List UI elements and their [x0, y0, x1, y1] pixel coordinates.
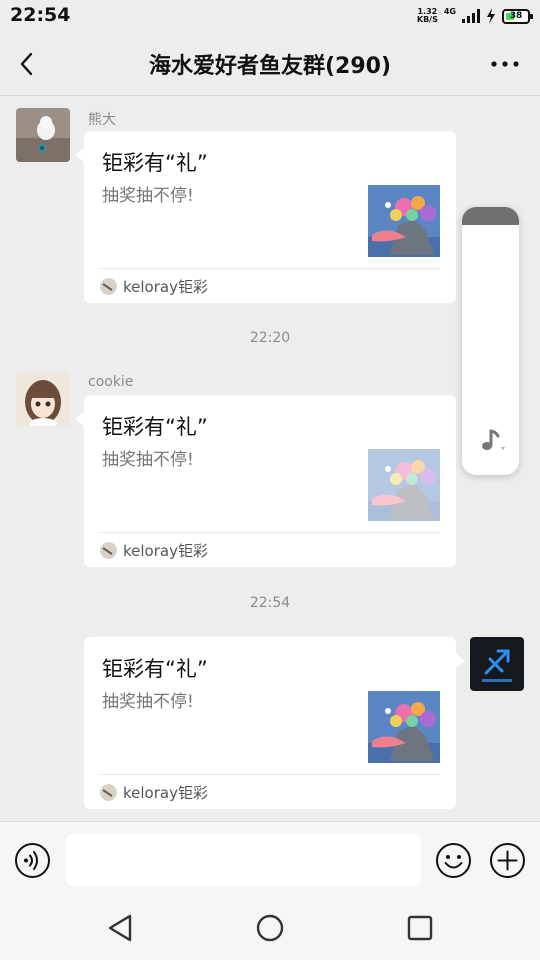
- card-thumbnail: [368, 691, 440, 763]
- chat-title: 海水爱好者鱼友群(290): [148, 54, 392, 79]
- music-note-icon[interactable]: [479, 427, 507, 455]
- sender-name: 熊大: [88, 112, 116, 128]
- source-logo-icon: [100, 784, 117, 801]
- shared-link-card[interactable]: 钜彩有“礼” 抽奖抽不停! keloray钜彩: [84, 637, 465, 809]
- card-title: 钜彩有“礼”: [102, 415, 208, 439]
- card-description: 抽奖抽不停!: [102, 450, 194, 470]
- shared-link-card[interactable]: 钜彩有“礼” 抽奖抽不停! keloray钜彩: [75, 395, 456, 567]
- card-thumbnail: [368, 185, 440, 257]
- status-time: 22:54: [10, 4, 71, 26]
- floating-music-panel[interactable]: [462, 207, 519, 475]
- plus-icon[interactable]: [489, 842, 526, 879]
- card-description: 抽奖抽不停!: [102, 692, 194, 712]
- avatar[interactable]: [16, 372, 70, 426]
- source-logo-icon: [100, 278, 117, 295]
- card-divider: [100, 532, 440, 533]
- timestamp: 22:54: [249, 595, 291, 611]
- source-name: keloray钜彩: [123, 542, 208, 560]
- more-dots-icon[interactable]: [490, 52, 520, 76]
- network-speed: 1.32 KB/S: [417, 8, 438, 24]
- nav-back-icon[interactable]: [103, 911, 137, 945]
- card-thumbnail: [368, 449, 440, 521]
- card-source: keloray钜彩: [100, 276, 208, 297]
- battery-icon: 38: [502, 8, 533, 24]
- battery-level: 38: [509, 10, 523, 21]
- nav-home-icon[interactable]: [253, 911, 287, 945]
- network-type: 4G: [443, 6, 456, 16]
- message-input[interactable]: [66, 834, 421, 886]
- card-divider: [100, 774, 440, 775]
- emoji-icon[interactable]: [435, 842, 472, 879]
- nav-recents-icon[interactable]: [403, 911, 437, 945]
- source-name: keloray钜彩: [123, 784, 208, 802]
- avatar[interactable]: [16, 108, 70, 162]
- timestamp: 22:20: [249, 330, 291, 346]
- system-navigation-bar: [0, 897, 540, 960]
- card-title: 钜彩有“礼”: [102, 151, 208, 175]
- voice-icon[interactable]: [14, 842, 51, 879]
- message-list[interactable]: 熊大 钜彩有“礼” 抽奖抽不停! keloray钜彩 22:20 cookie …: [0, 97, 540, 821]
- signal-icon: [462, 9, 480, 23]
- avatar-self[interactable]: [470, 637, 524, 691]
- card-source: keloray钜彩: [100, 782, 208, 803]
- panel-handle[interactable]: [462, 207, 519, 225]
- sender-name: cookie: [88, 374, 134, 390]
- source-logo-icon: [100, 542, 117, 559]
- shared-link-card[interactable]: 钜彩有“礼” 抽奖抽不停! keloray钜彩: [75, 131, 456, 303]
- card-divider: [100, 268, 440, 269]
- card-source: keloray钜彩: [100, 540, 208, 561]
- card-title: 钜彩有“礼”: [102, 657, 208, 681]
- status-bar: 22:54 1.32 KB/S 4G 38: [0, 0, 540, 32]
- charging-icon: [487, 8, 495, 24]
- status-indicators: 1.32 KB/S 4G 38: [417, 6, 533, 26]
- source-name: keloray钜彩: [123, 278, 208, 296]
- input-bar: [0, 821, 540, 897]
- network-speed-unit: KB/S: [416, 15, 438, 24]
- chat-header: 海水爱好者鱼友群(290): [0, 32, 540, 96]
- card-description: 抽奖抽不停!: [102, 186, 194, 206]
